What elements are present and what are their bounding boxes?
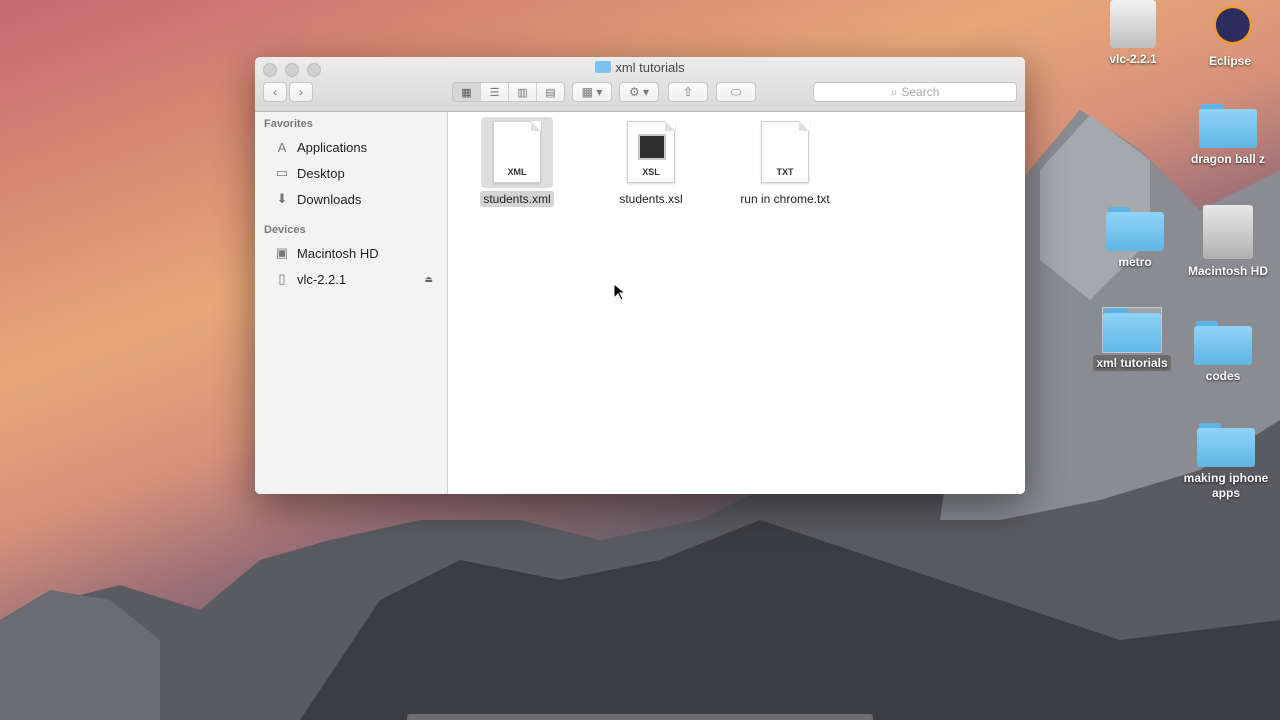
folder-icon [1194,321,1252,365]
sidebar-item-downloads[interactable]: ⬇ Downloads [255,186,447,212]
mouse-cursor-icon [613,283,625,301]
downloads-icon: ⬇ [276,191,288,206]
desktop-item-making-iphone-apps[interactable]: making iphone apps [1181,423,1271,501]
xsl-file-icon: XSL [627,121,675,183]
file-browser-area: XML students.xml XSL students.xsl TXT ru… [448,112,1025,494]
xml-file-icon: XML [493,121,541,183]
desktop-item-vlc[interactable]: vlc-2.2.1 [1088,0,1178,67]
file-item-students-xsl[interactable]: XSL students.xsl [596,117,706,207]
sidebar-item-macintosh-hd[interactable]: ▣ Macintosh HD [255,240,447,266]
disk-image-icon: ▯ [278,271,286,286]
dock-edge[interactable] [407,714,873,720]
favorites-header: Favorites [264,118,313,130]
share-icon: ⇧ [682,85,694,99]
back-button[interactable]: ‹ [263,82,287,102]
disk-image-icon [1110,0,1156,48]
sidebar: Favorites A Applications ▭ Desktop ⬇ Dow… [255,112,448,494]
devices-header: Devices [264,224,306,236]
file-item-run-in-chrome[interactable]: TXT run in chrome.txt [730,117,840,207]
desktop-item-macintosh-hd[interactable]: Macintosh HD [1183,204,1273,279]
eject-icon[interactable]: ⏏ [424,274,433,285]
chevron-left-icon: ‹ [273,85,277,99]
sidebar-item-label: Macintosh HD [297,245,379,261]
folder-icon [1102,307,1162,353]
applications-icon: A [277,139,287,155]
sidebar-item-label: Downloads [297,191,362,207]
tags-button[interactable]: ⬭ [716,82,756,102]
cover-flow-button[interactable]: ▤ [537,83,564,101]
hard-drive-icon: ▣ [275,245,289,260]
window-title: xml tutorials [255,60,1025,75]
folder-icon [1106,207,1164,251]
icon-view-button[interactable]: ▦ [453,83,481,101]
sidebar-item-label: vlc-2.2.1 [297,271,347,287]
file-item-students-xml[interactable]: XML students.xml [462,117,572,207]
sidebar-item-applications[interactable]: A Applications [255,134,447,160]
sidebar-item-label: Desktop [297,165,345,181]
action-button[interactable]: ⚙ ▾ [619,82,659,102]
list-view-button[interactable]: ☰ [481,83,509,101]
finder-window: xml tutorials ‹ › ▦ ☰ ▥ ▤ ▦ ▾ ⚙ ▾ ⇧ ⬭ ⌕ … [255,57,1025,494]
gear-icon: ⚙ ▾ [628,85,650,99]
folder-icon [1197,423,1255,467]
arrange-icon: ▦ ▾ [581,85,603,99]
desktop-item-metro[interactable]: metro [1090,207,1180,270]
arrange-button[interactable]: ▦ ▾ [572,82,612,102]
folder-icon [595,61,612,73]
desktop-item-eclipse[interactable]: Eclipse [1185,0,1275,69]
desktop-item-dragon-ball-z[interactable]: dragon ball z [1183,104,1273,167]
sidebar-item-desktop[interactable]: ▭ Desktop [255,160,447,186]
search-placeholder: Search [901,85,940,99]
search-icon: ⌕ [890,84,898,99]
tag-icon: ⬭ [730,84,742,99]
chevron-right-icon: › [299,85,303,99]
search-field[interactable]: ⌕ Search [813,82,1017,102]
eclipse-app-icon [1202,0,1258,50]
view-mode-control: ▦ ☰ ▥ ▤ [452,82,565,102]
hard-drive-icon [1202,204,1254,260]
forward-button[interactable]: › [289,82,313,102]
file-label: students.xsl [619,192,683,206]
folder-icon [1199,104,1257,148]
desktop-item-xml-tutorials[interactable]: xml tutorials [1087,307,1177,371]
column-view-button[interactable]: ▥ [509,83,537,101]
txt-file-icon: TXT [761,121,809,183]
window-toolbar: xml tutorials ‹ › ▦ ☰ ▥ ▤ ▦ ▾ ⚙ ▾ ⇧ ⬭ ⌕ … [255,57,1025,112]
sidebar-item-vlc[interactable]: ▯ vlc-2.2.1 ⏏ [255,266,447,292]
file-label: students.xml [480,191,554,207]
share-button[interactable]: ⇧ [668,82,708,102]
sidebar-item-label: Applications [297,139,368,155]
desktop-icon: ▭ [275,165,289,180]
desktop-item-codes[interactable]: codes [1178,321,1268,384]
file-label: run in chrome.txt [740,192,830,206]
